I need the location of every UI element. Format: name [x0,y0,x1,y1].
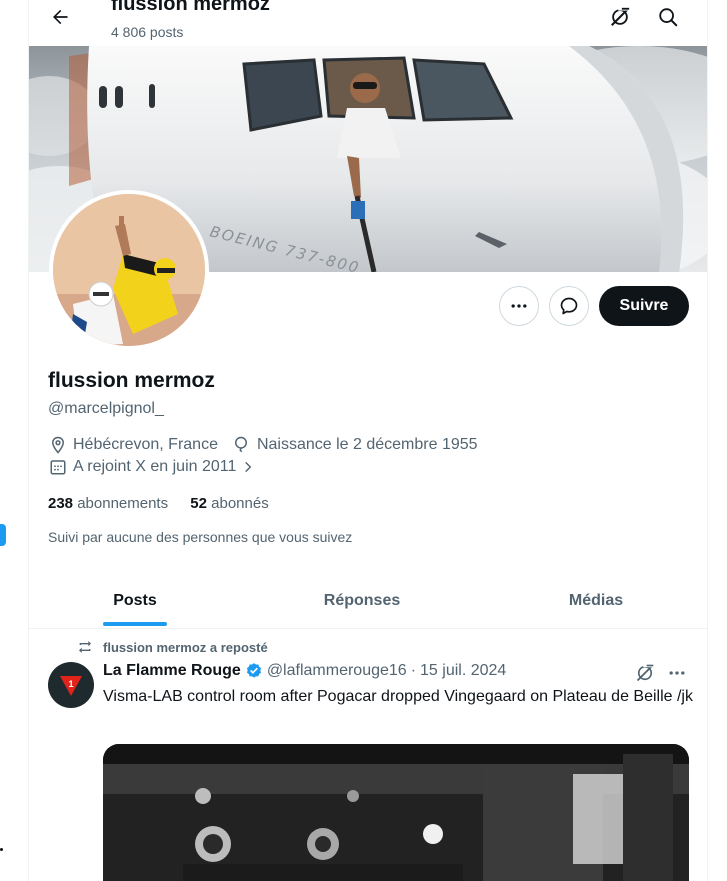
post-separator: · [410,662,417,679]
following-count: 238 [48,495,74,512]
followers-label: abonnés [211,495,269,512]
header-title: flussion mermoz [111,0,270,15]
chevron-right-icon [238,457,257,476]
followers-count: 52 [190,495,207,512]
grok-icon [636,663,655,682]
tab-media[interactable]: Médias [483,573,707,629]
grok-icon [611,6,631,26]
followed-by-text: Suivi par aucune des personnes que vous … [48,529,353,545]
post-author-handle[interactable]: @laflammerouge16 [267,662,407,680]
message-button[interactable] [549,286,589,326]
tab-replies[interactable]: Réponses [241,573,483,629]
verified-badge-icon [245,662,263,680]
back-arrow-icon [53,9,68,25]
repost-indicator: flussion mermoz a reposté [77,639,268,655]
post-header: La Flamme Rouge @laflammerouge16 · 15 ju… [103,662,506,680]
avatar-cyclist-image [53,194,205,346]
profile-meta-row: Hébécrevon, France Naissance le 2 décemb… [48,435,478,454]
more-icon [511,304,527,308]
follow-button[interactable]: Suivre [599,286,689,326]
post-control-room-image [103,744,689,881]
profile-joined-date: A rejoint X en juin 2011 [73,457,237,475]
profile-location: Hébécrevon, France [73,435,218,453]
location-icon [48,435,67,454]
search-button[interactable] [653,2,683,32]
search-icon [659,8,678,27]
profile-tabs: Posts Réponses Médias [29,573,707,629]
repost-label[interactable]: flussion mermoz a reposté [103,640,268,655]
profile-joined-row[interactable]: A rejoint X en juin 2011 [48,457,263,476]
tab-posts[interactable]: Posts [29,573,241,629]
repost-icon [79,641,91,653]
following-label: abonnements [77,495,169,512]
follow-stats: 238 abonnements 52 abonnés [48,495,269,512]
more-icon [669,671,685,675]
post-grok-button[interactable] [635,662,655,684]
post-media[interactable] [103,744,689,881]
post-text: Visma-LAB control room after Pogacar dro… [103,688,693,705]
grok-button[interactable] [605,2,635,32]
post-author-avatar[interactable]: 1 [48,662,94,708]
profile-column: BOEING 737-800 flussion mermoz 4 806 pos… [28,0,708,881]
calendar-icon [48,457,67,476]
message-icon [560,297,578,315]
left-sidebar-dot [0,848,3,851]
profile-avatar[interactable] [49,190,209,350]
following-link[interactable]: 238 abonnements [48,495,168,512]
more-options-button[interactable] [499,286,539,326]
post-date[interactable]: 15 juil. 2024 [420,662,506,680]
left-sidebar-active-indicator [0,524,6,546]
birthday-icon [232,435,251,454]
header-post-count: 4 806 posts [111,24,184,40]
svg-text:1: 1 [68,679,73,689]
followers-link[interactable]: 52 abonnés [190,495,268,512]
profile-display-name: flussion mermoz [48,369,215,392]
post-more-button[interactable] [667,662,687,684]
active-tab-indicator [103,622,167,626]
post-author-name[interactable]: La Flamme Rouge [103,662,241,680]
back-button[interactable] [45,2,75,32]
profile-birth-date: Naissance le 2 décembre 1955 [256,435,478,453]
profile-handle: @marcelpignol_ [48,400,164,417]
flamme-rouge-logo: 1 [60,676,82,696]
top-header: flussion mermoz 4 806 posts [29,0,707,46]
